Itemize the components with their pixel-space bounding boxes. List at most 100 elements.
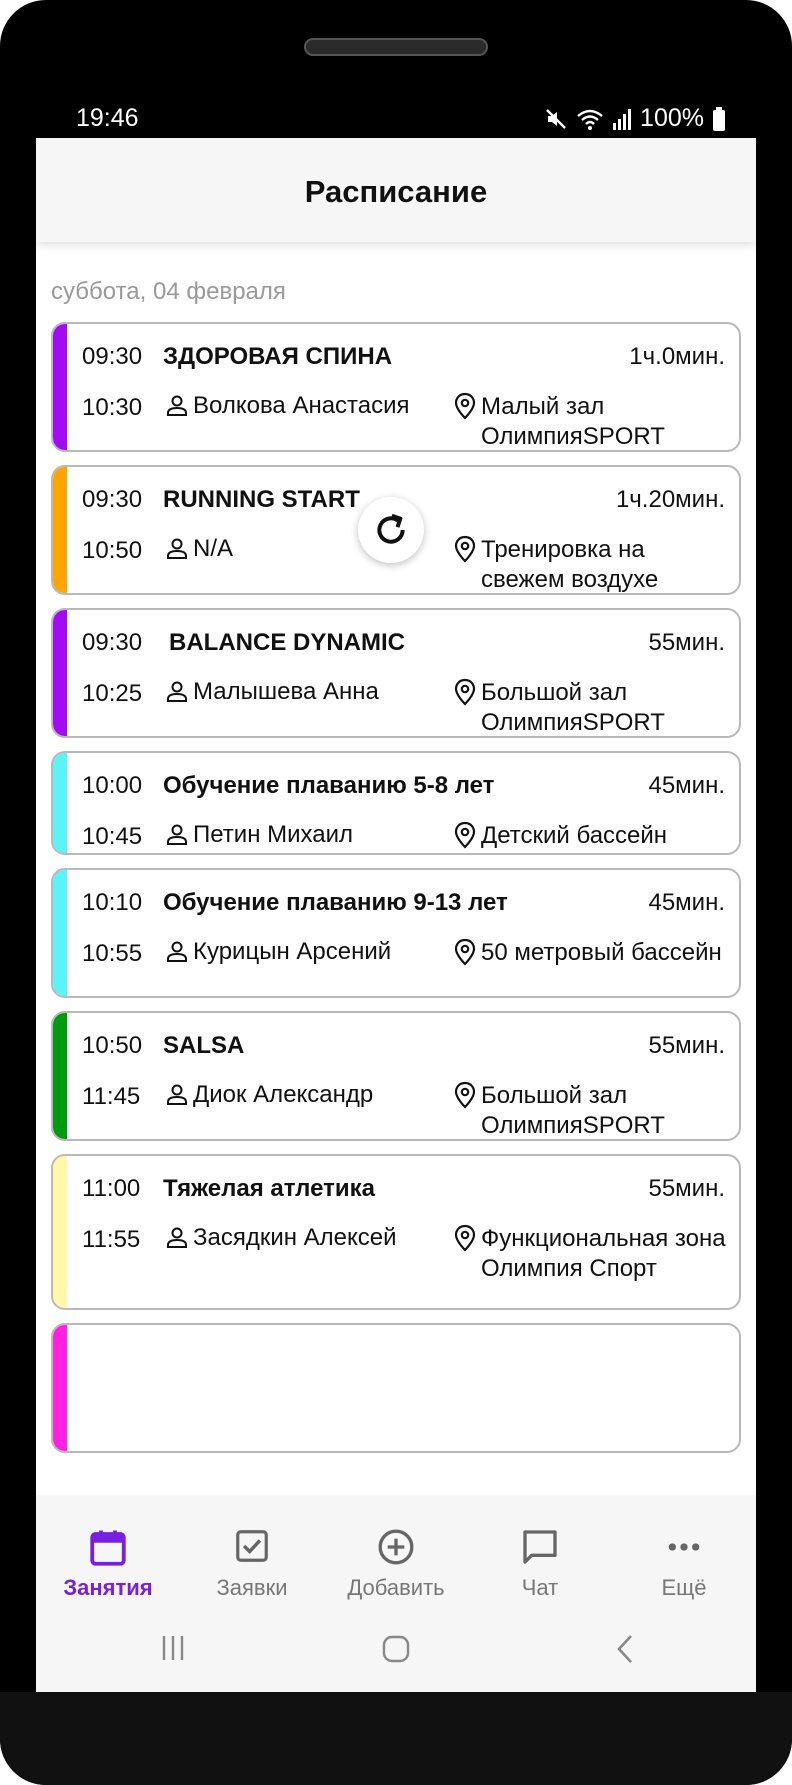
location: Малый зал ОлимпияSPORT bbox=[453, 392, 733, 450]
location-name: Тренировка на свежем воздухе bbox=[481, 536, 659, 593]
more-icon bbox=[668, 1543, 700, 1551]
category-stripe bbox=[53, 1325, 67, 1451]
class-card[interactable]: 09:30 10:30 ЗДОРОВАЯ СПИНА 1ч.0мин. Волк… bbox=[51, 322, 741, 452]
trainer-name: Засядкин Алексей bbox=[193, 1224, 397, 1251]
location-pin-icon bbox=[454, 1224, 476, 1252]
class-title: Обучение плаванию 5-8 лет bbox=[163, 772, 495, 799]
location-name: Детский бассейн bbox=[481, 822, 668, 849]
location-pin-icon bbox=[454, 1081, 476, 1109]
class-duration: 55мин. bbox=[648, 1032, 725, 1059]
class-duration: 45мин. bbox=[648, 772, 725, 799]
location: Тренировка на свежем воздухе bbox=[453, 535, 733, 593]
bottom-bezel bbox=[0, 1692, 792, 1785]
battery-percent: 100% bbox=[640, 104, 704, 132]
nav-item-requests[interactable]: Заявки bbox=[180, 1495, 324, 1605]
start-time: 10:50 bbox=[82, 1032, 143, 1059]
trainer-name: Волкова Анастасия bbox=[193, 392, 410, 419]
person-icon bbox=[167, 1227, 187, 1248]
end-time: 10:45 bbox=[82, 823, 143, 850]
end-time: 10:25 bbox=[82, 680, 143, 707]
nav-item-classes[interactable]: Занятия bbox=[36, 1495, 180, 1605]
speaker-grille bbox=[304, 38, 488, 56]
trainer-name: Диок Александр bbox=[193, 1081, 374, 1108]
location-pin-icon bbox=[454, 392, 476, 420]
class-card[interactable]: 10:00 10:45 Обучение плаванию 5-8 лет 45… bbox=[51, 751, 741, 855]
person-icon bbox=[167, 681, 187, 702]
nav-label: Занятия bbox=[63, 1575, 153, 1600]
location-pin-icon bbox=[454, 535, 476, 563]
location: Большой зал ОлимпияSPORT bbox=[453, 678, 733, 736]
class-card[interactable]: 09:30 10:25 BALANCE DYNAMIC 55мин. Малыш… bbox=[51, 608, 741, 738]
calendar-icon bbox=[90, 1530, 126, 1566]
nav-item-more[interactable]: Ещё bbox=[612, 1495, 756, 1605]
class-card-partial[interactable] bbox=[51, 1323, 741, 1453]
trainer-name: Курицын Арсений bbox=[193, 938, 392, 965]
chat-icon bbox=[523, 1530, 557, 1564]
trainer: N/A bbox=[165, 535, 233, 563]
system-navigation-bar bbox=[36, 1605, 756, 1692]
nav-label: Добавить bbox=[347, 1575, 445, 1600]
category-stripe bbox=[53, 870, 67, 996]
location-pin-icon bbox=[454, 821, 476, 849]
location-name: Большой зал ОлимпияSPORT bbox=[481, 1082, 665, 1139]
class-duration: 45мин. bbox=[648, 889, 725, 916]
person-icon bbox=[167, 1084, 187, 1105]
class-card[interactable]: 11:00 11:55 Тяжелая атлетика 55мин. Зася… bbox=[51, 1154, 741, 1310]
end-time: 11:55 bbox=[82, 1226, 141, 1253]
class-title: BALANCE DYNAMIC bbox=[169, 629, 405, 656]
app-screen: Расписание суббота, 04 февраля 09:30 10:… bbox=[36, 138, 756, 1692]
status-time: 19:46 bbox=[76, 104, 139, 132]
location-pin-icon bbox=[454, 678, 476, 706]
trainer: Волкова Анастасия bbox=[165, 392, 410, 420]
home-icon[interactable] bbox=[380, 1633, 412, 1665]
checkbox-icon bbox=[236, 1530, 268, 1562]
phone-frame: 19:46 100% Расписание суббота, 04 феврал… bbox=[0, 0, 792, 1785]
end-time: 10:50 bbox=[82, 537, 143, 564]
signal-icon bbox=[613, 108, 632, 130]
trainer-name: Петин Михаил bbox=[193, 821, 354, 848]
nav-label: Заявки bbox=[216, 1575, 288, 1600]
location: Большой зал ОлимпияSPORT bbox=[453, 1081, 733, 1139]
schedule-list[interactable]: суббота, 04 февраля 09:30 10:30 ЗДОРОВАЯ… bbox=[36, 242, 756, 1634]
class-title: Обучение плаванию 9-13 лет bbox=[163, 889, 508, 916]
class-card[interactable]: 10:50 11:45 SALSA 55мин. Диок Александр … bbox=[51, 1011, 741, 1141]
nav-label: Чат bbox=[521, 1575, 559, 1600]
trainer: Засядкин Алексей bbox=[165, 1224, 397, 1252]
refresh-button[interactable] bbox=[358, 497, 424, 563]
date-header: суббота, 04 февраля bbox=[51, 278, 286, 305]
class-title: RUNNING START bbox=[163, 486, 360, 513]
start-time: 09:30 bbox=[82, 629, 143, 656]
start-time: 09:30 bbox=[82, 486, 143, 513]
status-bar: 19:46 100% bbox=[36, 100, 756, 138]
location: Детский бассейн bbox=[453, 821, 733, 851]
trainer-name: N/A bbox=[193, 535, 234, 562]
category-stripe bbox=[53, 753, 67, 853]
person-icon bbox=[167, 941, 187, 962]
bottom-navigation: Занятия Заявки Добавить Чат Ещё bbox=[36, 1495, 756, 1605]
refresh-icon bbox=[377, 513, 405, 544]
class-duration: 1ч.20мин. bbox=[615, 486, 725, 513]
class-title: ЗДОРОВАЯ СПИНА bbox=[163, 343, 393, 370]
category-stripe bbox=[53, 1013, 67, 1139]
add-circle-icon bbox=[378, 1529, 414, 1565]
nav-item-chat[interactable]: Чат bbox=[468, 1495, 612, 1605]
start-time: 11:00 bbox=[82, 1175, 141, 1202]
trainer: Малышева Анна bbox=[165, 678, 379, 706]
class-card[interactable]: 10:10 10:55 Обучение плаванию 9-13 лет 4… bbox=[51, 868, 741, 998]
status-icons: 100% bbox=[544, 104, 726, 133]
class-title: SALSA bbox=[163, 1032, 245, 1059]
category-stripe bbox=[53, 467, 67, 593]
nav-label: Ещё bbox=[661, 1575, 707, 1600]
category-stripe bbox=[53, 324, 67, 450]
location: Функциональная зона Олимпия Спорт bbox=[453, 1224, 733, 1284]
trainer: Курицын Арсений bbox=[165, 938, 391, 966]
end-time: 10:55 bbox=[82, 940, 143, 967]
back-icon[interactable] bbox=[610, 1633, 640, 1665]
start-time: 10:00 bbox=[82, 772, 143, 799]
location-name: Малый зал ОлимпияSPORT bbox=[481, 393, 665, 450]
class-duration: 55мин. bbox=[648, 629, 725, 656]
end-time: 10:30 bbox=[82, 394, 143, 421]
recent-apps-icon[interactable] bbox=[158, 1633, 188, 1663]
nav-item-add[interactable]: Добавить bbox=[324, 1495, 468, 1605]
wifi-icon bbox=[577, 109, 603, 130]
